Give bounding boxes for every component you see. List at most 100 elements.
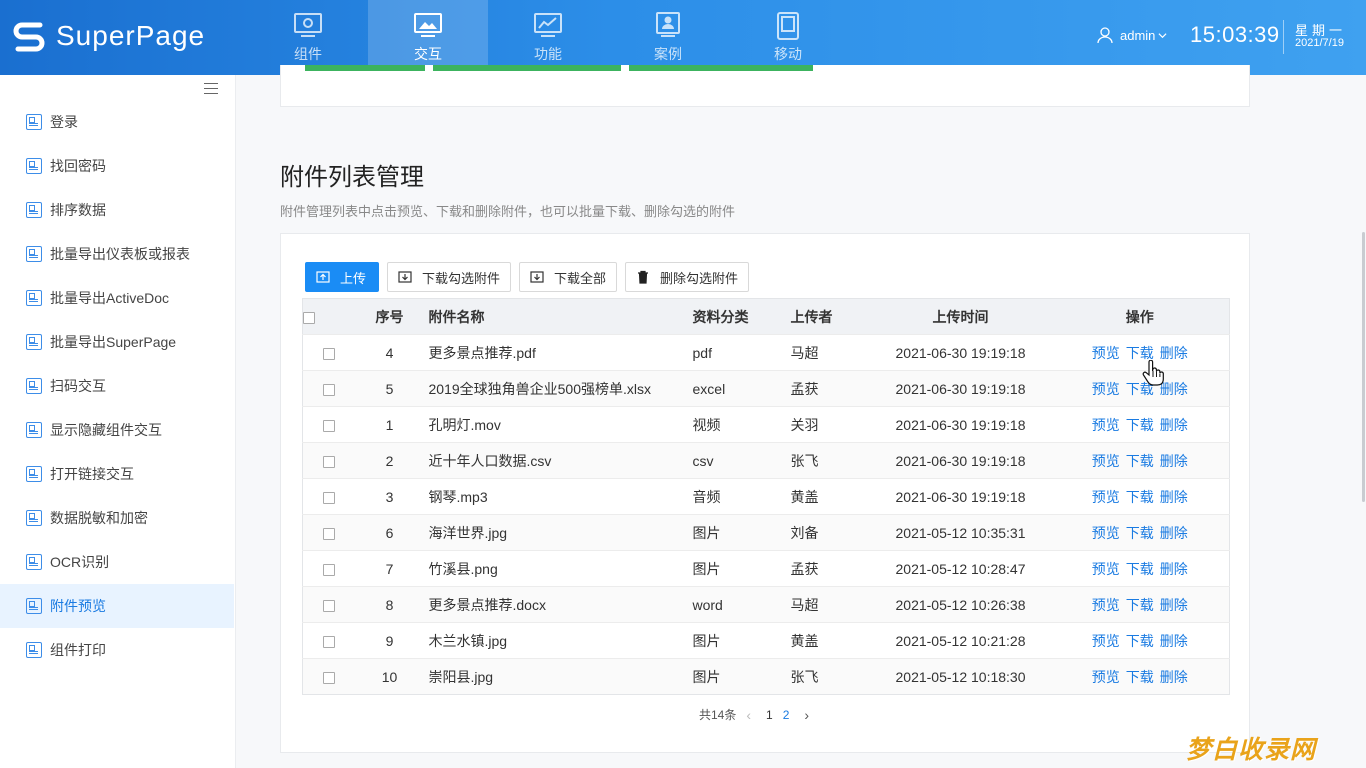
sidebar-item[interactable]: 扫码交互 [0, 364, 236, 408]
page-1[interactable]: 1 [766, 708, 773, 722]
page-icon [26, 598, 42, 614]
row-checkbox[interactable] [322, 347, 335, 360]
download-link[interactable]: 下载 [1126, 453, 1154, 469]
preview-link[interactable]: 预览 [1092, 561, 1120, 577]
green-button[interactable] [433, 65, 621, 71]
preview-link[interactable]: 预览 [1092, 381, 1120, 397]
col-header-name[interactable]: 附件名称 [424, 298, 693, 335]
person-monitor-icon [656, 11, 680, 37]
delete-link[interactable]: 删除 [1160, 345, 1188, 361]
toolbar: 上传 下载勾选附件 下载全部 删除勾选附件 [305, 262, 757, 292]
sidebar-item[interactable]: 批量导出ActiveDoc [0, 276, 236, 320]
sidebar-item[interactable]: 显示隐藏组件交互 [0, 408, 236, 452]
row-checkbox[interactable] [322, 563, 335, 576]
nav-label: 案例 [654, 45, 682, 62]
preview-link[interactable]: 预览 [1092, 345, 1120, 361]
download-link[interactable]: 下载 [1126, 633, 1154, 649]
preview-link[interactable]: 预览 [1092, 597, 1120, 613]
sidebar-item[interactable]: 找回密码 [0, 144, 236, 188]
preview-link[interactable]: 预览 [1092, 633, 1120, 649]
cell-no: 6 [354, 514, 425, 551]
row-checkbox[interactable] [322, 599, 335, 612]
row-checkbox[interactable] [322, 527, 335, 540]
col-header-type[interactable]: 资料分类 [692, 298, 791, 335]
download-link[interactable]: 下载 [1126, 561, 1154, 577]
sidebar-item[interactable]: 批量导出仪表板或报表 [0, 232, 236, 276]
col-header-no[interactable]: 序号 [354, 298, 425, 335]
next-page-icon[interactable]: › [804, 707, 809, 723]
download-link[interactable]: 下载 [1126, 417, 1154, 433]
nav-item-components[interactable]: 组件 [248, 0, 368, 75]
delete-link[interactable]: 删除 [1160, 453, 1188, 469]
hamburger-icon[interactable] [204, 83, 218, 97]
delete-link[interactable]: 删除 [1160, 561, 1188, 577]
user-menu[interactable]: admin [1096, 26, 1167, 44]
cell-no: 2 [354, 442, 425, 479]
sidebar-item[interactable]: 登录 [0, 100, 236, 144]
prev-page-icon[interactable]: ‹ [746, 707, 751, 723]
preview-link[interactable]: 预览 [1092, 489, 1120, 505]
nav-item-features[interactable]: 功能 [488, 0, 608, 75]
username: admin [1120, 27, 1156, 43]
page-icon [26, 510, 42, 526]
download-link[interactable]: 下载 [1126, 597, 1154, 613]
table-row: 4 更多景点推荐.pdf pdf 马超 2021-06-30 19:19:18 预览 下载删… [302, 334, 1230, 371]
download-all-button[interactable]: 下载全部 [519, 262, 618, 292]
preview-link[interactable]: 预览 [1092, 525, 1120, 541]
delete-link[interactable]: 删除 [1160, 597, 1188, 613]
download-link[interactable]: 下载 [1126, 525, 1154, 541]
download-selected-button[interactable]: 下载勾选附件 [387, 262, 512, 292]
nav-item-cases[interactable]: 案例 [608, 0, 728, 75]
sidebar-item-active[interactable]: 附件预览 [0, 584, 234, 628]
download-link[interactable]: 下载 [1126, 489, 1154, 505]
delete-selected-button[interactable]: 删除勾选附件 [625, 262, 750, 292]
cell-type: 图片 [692, 658, 791, 695]
col-header-uploader[interactable]: 上传者 [790, 298, 871, 335]
upload-button[interactable]: 上传 [305, 262, 379, 292]
cell-no: 8 [354, 586, 425, 623]
sidebar-item[interactable]: 组件打印 [0, 628, 236, 672]
preview-link[interactable]: 预览 [1092, 453, 1120, 469]
select-all-checkbox[interactable] [303, 311, 315, 324]
nav-item-mobile[interactable]: 移动 [728, 0, 848, 75]
delete-link[interactable]: 删除 [1160, 669, 1188, 685]
sidebar-item[interactable]: 批量导出SuperPage [0, 320, 236, 364]
delete-link[interactable]: 删除 [1160, 489, 1188, 505]
row-checkbox[interactable] [322, 635, 335, 648]
download-link[interactable]: 下载 [1126, 345, 1154, 361]
row-checkbox[interactable] [322, 671, 335, 684]
sidebar-item[interactable]: 排序数据 [0, 188, 236, 232]
delete-link[interactable]: 删除 [1160, 525, 1188, 541]
sidebar-item[interactable]: 数据脱敏和加密 [0, 496, 236, 540]
sidebar-item-label: 打开链接交互 [50, 466, 134, 482]
cell-time: 2021-06-30 19:19:18 [870, 478, 1051, 515]
row-checkbox[interactable] [322, 383, 335, 396]
delete-link[interactable]: 删除 [1160, 633, 1188, 649]
cell-no: 1 [354, 406, 425, 443]
cell-uploader: 孟获 [790, 550, 871, 587]
col-header-time[interactable]: 上传时间 [870, 298, 1051, 335]
row-checkbox[interactable] [322, 455, 335, 468]
green-button[interactable] [305, 65, 425, 71]
cell-ops: 预览 下载 删除 [1050, 370, 1230, 407]
green-button[interactable] [629, 65, 813, 71]
download-link[interactable]: 下载 [1126, 669, 1154, 685]
logo[interactable]: SuperPage [12, 18, 205, 54]
delete-link[interactable]: 删除 [1160, 417, 1188, 433]
table-row: 1 孔明灯.mov 视频 关羽 2021-06-30 19:19:18 预览 下载 删除 [302, 406, 1230, 443]
row-checkbox[interactable] [322, 419, 335, 432]
nav-item-interaction[interactable]: 交互 [368, 0, 488, 75]
sidebar-item-label: 批量导出ActiveDoc [50, 290, 170, 306]
cell-ops: 预览 下载 删除 [1050, 586, 1230, 623]
cell-name: 海洋世界.jpg [424, 514, 693, 551]
total-count: 共14条 [699, 708, 737, 722]
previous-section-card [280, 65, 1250, 107]
preview-link[interactable]: 预览 [1092, 669, 1120, 685]
sidebar-item[interactable]: 打开链接交互 [0, 452, 236, 496]
row-checkbox[interactable] [322, 491, 335, 504]
page-2[interactable]: 2 [783, 708, 790, 722]
sidebar-item[interactable]: OCR识别 [0, 540, 236, 584]
scrollbar[interactable] [1362, 232, 1365, 502]
preview-link[interactable]: 预览 [1092, 417, 1120, 433]
row-select-cell [302, 334, 355, 371]
